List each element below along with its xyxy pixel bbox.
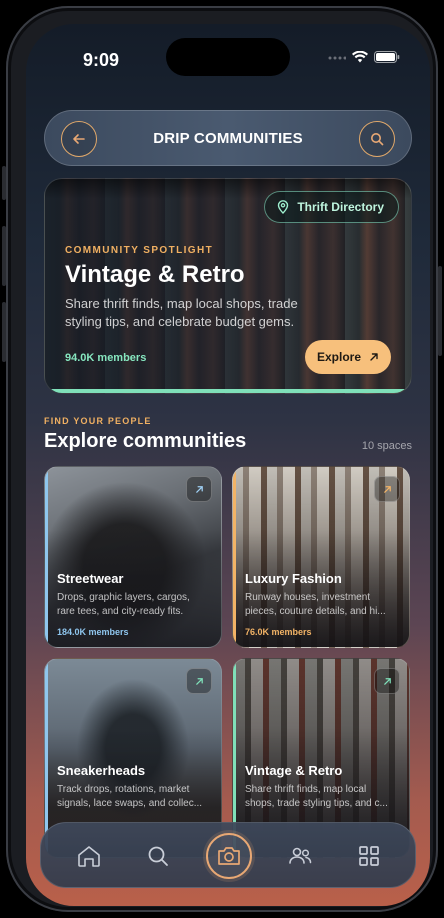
spotlight-card[interactable]: Thrift Directory COMMUNITY SPOTLIGHT Vin… bbox=[44, 178, 412, 394]
search-button[interactable] bbox=[359, 121, 395, 157]
home-icon bbox=[78, 846, 100, 867]
search-icon bbox=[371, 133, 384, 146]
status-bar: 9:09 bbox=[26, 24, 430, 80]
card-title: Luxury Fashion bbox=[245, 571, 342, 586]
card-members: 76.0K members bbox=[245, 627, 312, 637]
screen: 9:09 DRIP COMMUNITIES Thrift Directory C… bbox=[26, 24, 430, 906]
grid-icon bbox=[359, 846, 379, 866]
bottom-nav bbox=[40, 822, 416, 888]
status-time: 9:09 bbox=[83, 50, 120, 70]
card-accent bbox=[45, 659, 48, 857]
card-title: Vintage & Retro bbox=[245, 763, 343, 778]
camera-icon bbox=[218, 847, 240, 865]
status-icons bbox=[328, 50, 400, 68]
explore-label: Explore bbox=[316, 350, 361, 364]
people-icon bbox=[289, 847, 312, 864]
spotlight-eyebrow: COMMUNITY SPOTLIGHT bbox=[65, 245, 214, 256]
explore-button[interactable]: Explore bbox=[305, 340, 391, 374]
open-button[interactable] bbox=[374, 668, 400, 694]
community-card-streetwear[interactable]: Streetwear Drops, graphic layers, cargos… bbox=[44, 466, 222, 648]
card-description: Runway houses, investment pieces, coutur… bbox=[245, 592, 386, 617]
card-accent bbox=[45, 467, 48, 647]
thrift-directory-label: Thrift Directory bbox=[297, 200, 384, 214]
search-icon bbox=[148, 846, 168, 866]
spotlight-accent-bar bbox=[45, 389, 411, 393]
map-pin-icon bbox=[278, 200, 289, 214]
arrow-up-right-icon bbox=[195, 485, 203, 493]
nav-community[interactable] bbox=[284, 840, 316, 872]
card-members: 184.0K members bbox=[57, 627, 129, 637]
section-eyebrow: FIND YOUR PEOPLE bbox=[44, 416, 152, 426]
open-button[interactable] bbox=[186, 476, 212, 502]
section-title: Explore communities bbox=[44, 430, 247, 452]
card-title: Sneakerheads bbox=[57, 763, 146, 778]
arrow-up-right-icon bbox=[383, 485, 391, 493]
nav-search[interactable] bbox=[142, 840, 174, 872]
card-title: Streetwear bbox=[57, 571, 124, 586]
arrow-up-right-icon bbox=[370, 353, 378, 361]
cellular-icon bbox=[328, 50, 347, 68]
battery-icon bbox=[374, 50, 400, 68]
top-bar: DRIP COMMUNITIES bbox=[44, 110, 412, 166]
card-description: Share thrift finds, map local shops, tra… bbox=[245, 784, 388, 809]
spotlight-title: Vintage & Retro bbox=[65, 261, 245, 288]
power-button bbox=[438, 266, 442, 356]
volume-down-button bbox=[2, 302, 6, 362]
dynamic-island bbox=[166, 38, 290, 76]
thrift-directory-button[interactable]: Thrift Directory bbox=[264, 191, 399, 223]
card-accent bbox=[233, 467, 236, 647]
phone-frame: 9:09 DRIP COMMUNITIES Thrift Directory C… bbox=[2, 6, 442, 912]
spotlight-description: Share thrift finds, map local shops, tra… bbox=[65, 296, 298, 329]
nav-camera[interactable] bbox=[206, 833, 252, 879]
card-description: Track drops, rotations, market signals, … bbox=[57, 784, 203, 809]
section-count: 10 spaces bbox=[361, 440, 412, 452]
card-description: Drops, graphic layers, cargos, rare tees… bbox=[57, 592, 190, 617]
spotlight-members: 94.0K members bbox=[65, 352, 147, 364]
open-button[interactable] bbox=[186, 668, 212, 694]
nav-grid[interactable] bbox=[353, 840, 385, 872]
arrow-up-right-icon bbox=[195, 677, 203, 685]
page-title: DRIP COMMUNITIES bbox=[153, 130, 303, 147]
wifi-icon bbox=[352, 50, 368, 68]
side-button bbox=[2, 166, 6, 200]
open-button[interactable] bbox=[374, 476, 400, 502]
volume-up-button bbox=[2, 226, 6, 286]
arrow-up-right-icon bbox=[383, 677, 391, 685]
nav-home[interactable] bbox=[73, 840, 105, 872]
community-card-luxury-fashion[interactable]: Luxury Fashion Runway houses, investment… bbox=[232, 466, 410, 648]
